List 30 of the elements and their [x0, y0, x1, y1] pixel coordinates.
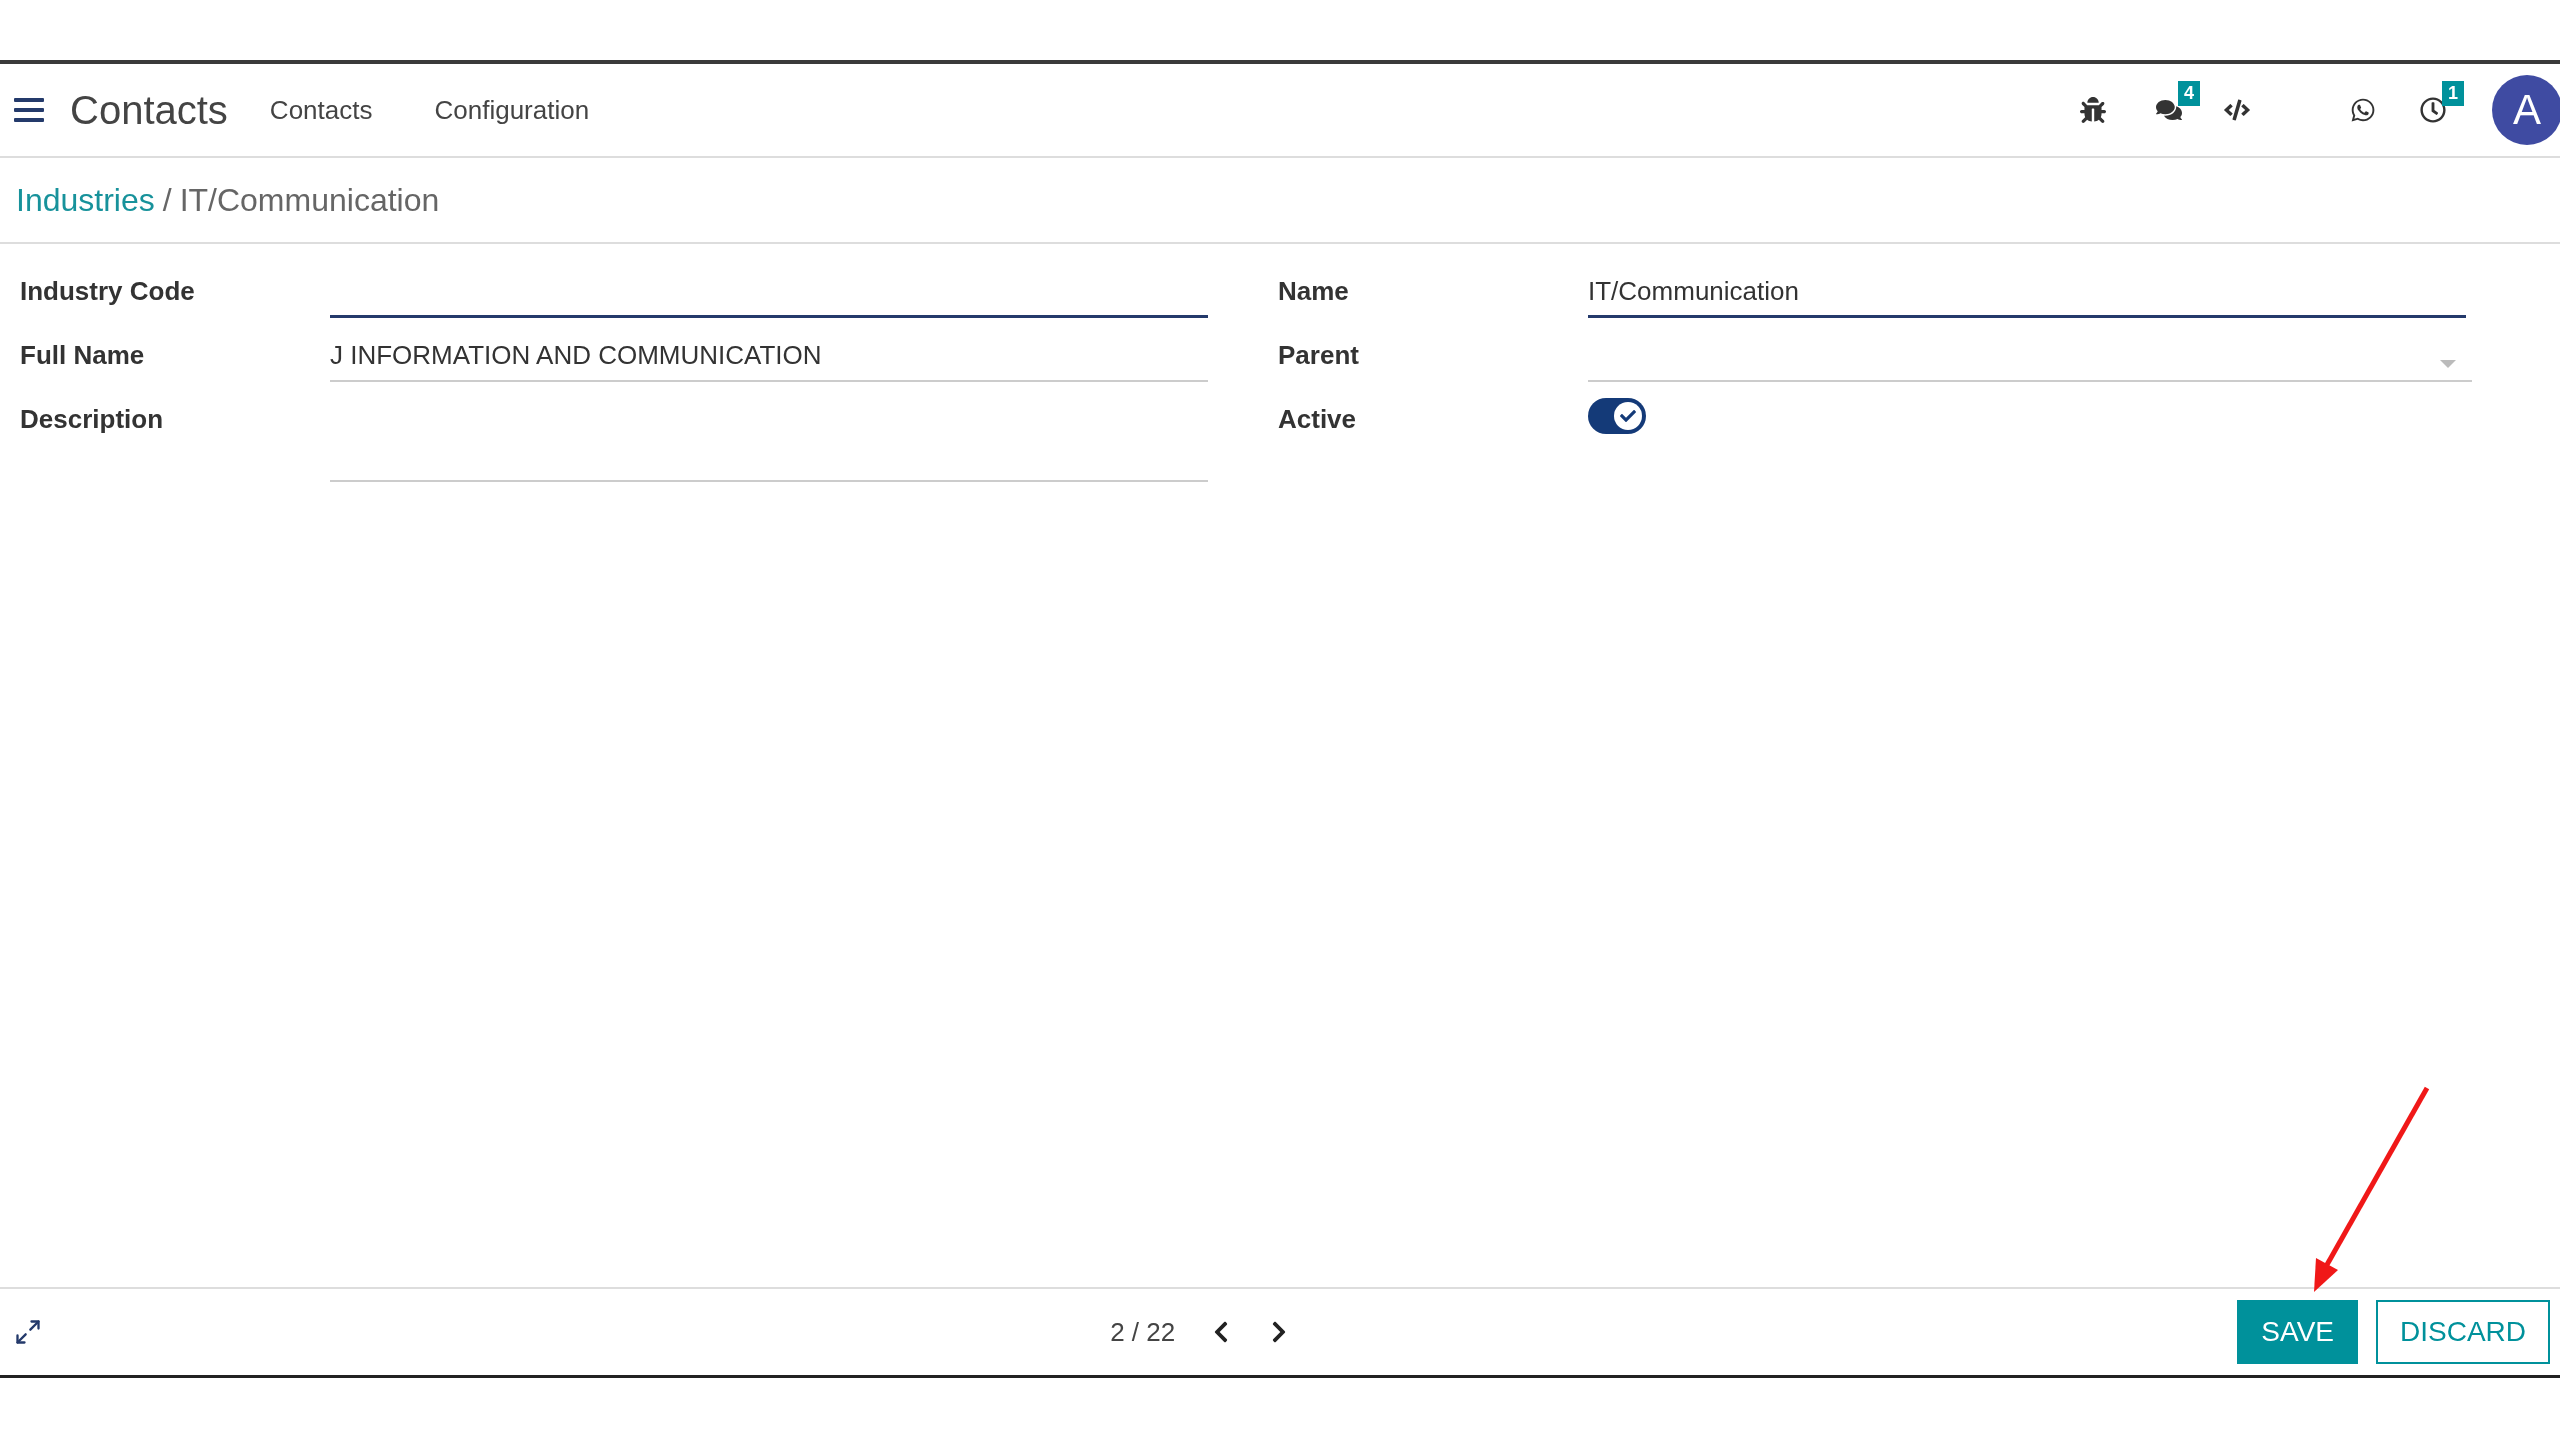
field-label: Active	[1278, 403, 1358, 435]
save-button[interactable]: SAVE	[2237, 1300, 2358, 1364]
user-avatar[interactable]: A	[2492, 75, 2560, 145]
text-field[interactable]: IT/Communication	[1588, 264, 2466, 318]
menu-item[interactable]: Configuration	[434, 94, 590, 126]
breadcrumb-link[interactable]: Industries	[16, 181, 155, 219]
expand-icon[interactable]	[14, 1318, 42, 1346]
discard-button[interactable]: DISCARD	[2376, 1300, 2550, 1364]
check-icon	[1620, 408, 1636, 424]
field-label: Parent	[1278, 339, 1360, 371]
menu-item[interactable]: Contacts	[269, 94, 373, 126]
count-badge: 4	[2178, 81, 2200, 106]
app-title: Contacts	[70, 87, 228, 133]
pager-counter: 2 / 22	[1110, 1316, 1176, 1348]
dropdown-caret-icon	[2440, 360, 2456, 368]
code-icon[interactable]	[2224, 97, 2250, 123]
chat-icon[interactable]	[2156, 97, 2182, 123]
field-label: Name	[1278, 275, 1350, 307]
menu-icon[interactable]	[14, 98, 44, 122]
field-label: Industry Code	[20, 275, 196, 307]
bug-icon[interactable]	[2080, 97, 2106, 123]
field-label: Description	[20, 403, 165, 435]
breadcrumb-current: IT/Communication	[179, 181, 440, 219]
clock-icon[interactable]	[2420, 97, 2446, 123]
toggle-switch[interactable]	[1588, 398, 1646, 434]
breadcrumb-separator: /	[162, 181, 172, 219]
text-field[interactable]: J INFORMATION AND COMMUNICATION	[330, 328, 1208, 382]
field-label: Full Name	[20, 339, 146, 371]
count-badge: 1	[2442, 81, 2464, 106]
phone-chat-icon[interactable]	[2350, 97, 2376, 123]
